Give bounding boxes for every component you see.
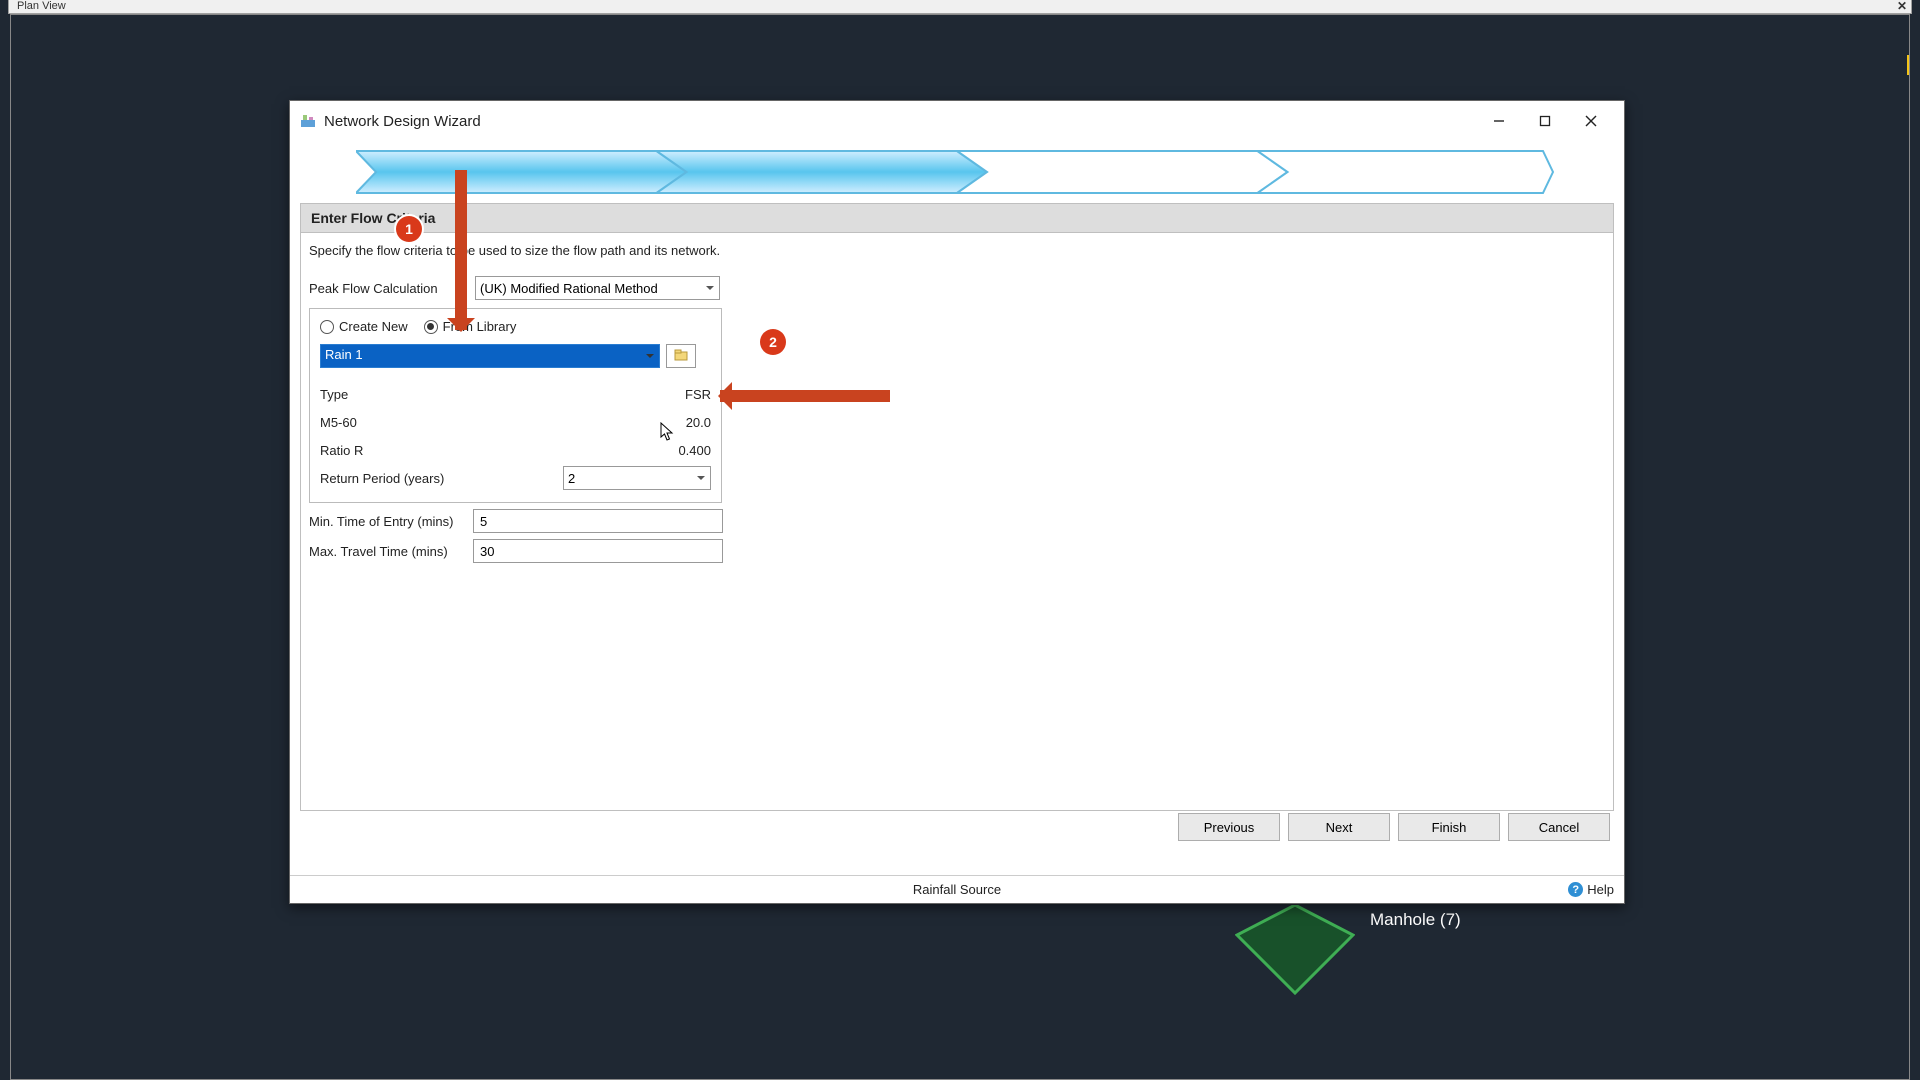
finish-button[interactable]: Finish [1398, 813, 1500, 841]
annotation-arrow-1 [455, 170, 467, 330]
next-button[interactable]: Next [1288, 813, 1390, 841]
help-icon: ? [1568, 882, 1583, 897]
max-travel-input[interactable] [473, 539, 723, 563]
statusbar-text: Rainfall Source [913, 882, 1001, 897]
library-rainfall-select[interactable]: Rain 1 [320, 344, 660, 368]
section-description: Specify the flow criteria to be used to … [309, 243, 1605, 258]
section-title: Enter Flow Criteria [301, 204, 1613, 233]
rainfall-source-groupbox: Create New From Library Rain 1 [309, 308, 722, 503]
annotation-arrow-2 [720, 390, 890, 402]
window-maximize-icon[interactable] [1522, 105, 1568, 137]
wizard-title: Network Design Wizard [324, 113, 481, 130]
radio-create-new[interactable]: Create New [320, 319, 408, 334]
wizard-progress-bar [356, 147, 1558, 197]
library-browse-button[interactable] [666, 344, 696, 368]
prop-m560-label: M5-60 [320, 415, 357, 430]
window-minimize-icon[interactable] [1476, 105, 1522, 137]
window-close-icon[interactable] [1568, 105, 1614, 137]
prop-return-label: Return Period (years) [320, 471, 444, 486]
plan-view-title: Plan View [17, 0, 66, 12]
wizard-statusbar: Rainfall Source ? Help [290, 875, 1624, 903]
peak-flow-calc-label: Peak Flow Calculation [309, 281, 475, 296]
peak-flow-calc-select[interactable]: (UK) Modified Rational Method [475, 276, 720, 300]
annotation-badge-2: 2 [760, 329, 786, 355]
min-entry-input[interactable] [473, 509, 723, 533]
manhole-shape [1235, 905, 1355, 995]
plan-view-close-icon[interactable]: ✕ [1897, 0, 1907, 12]
wizard-content-panel: Enter Flow Criteria Specify the flow cri… [300, 203, 1614, 811]
network-design-wizard-window: Network Design Wizard [289, 100, 1625, 904]
accent-marker [1907, 55, 1909, 75]
max-travel-label: Max. Travel Time (mins) [309, 544, 473, 559]
radio-create-new-label: Create New [339, 319, 408, 334]
app-icon [300, 113, 316, 129]
wizard-titlebar: Network Design Wizard [290, 101, 1624, 141]
previous-button[interactable]: Previous [1178, 813, 1280, 841]
browse-icon [674, 349, 688, 361]
prop-ratio-label: Ratio R [320, 443, 363, 458]
min-entry-label: Min. Time of Entry (mins) [309, 514, 473, 529]
prop-m560-value: 20.0 [686, 415, 711, 430]
prop-ratio-value: 0.400 [678, 443, 711, 458]
plan-view-titlebar: Plan View ✕ [8, 0, 1912, 14]
prop-type-label: Type [320, 387, 348, 402]
annotation-badge-1: 1 [396, 216, 422, 242]
manhole-label: Manhole (7) [1370, 910, 1461, 930]
help-link[interactable]: ? Help [1568, 882, 1614, 897]
return-period-select[interactable]: 2 [563, 466, 711, 490]
cancel-button[interactable]: Cancel [1508, 813, 1610, 841]
